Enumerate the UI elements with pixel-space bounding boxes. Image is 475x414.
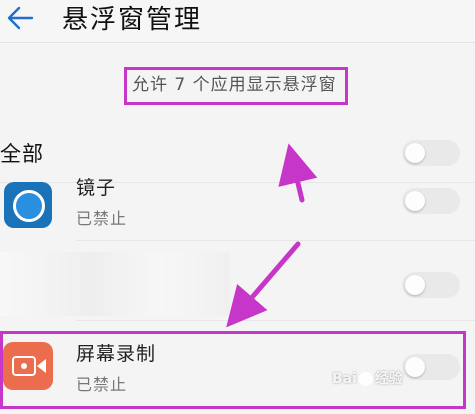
watermark-right: 经验 [374, 371, 403, 387]
watermark: Bai 经验 [332, 370, 403, 388]
watermark-left: Bai [332, 371, 357, 387]
annotation-arrow-down [226, 241, 301, 328]
annotation-arrows [226, 143, 318, 328]
paw-icon [358, 372, 373, 386]
annotation-arrow-up [278, 143, 318, 203]
